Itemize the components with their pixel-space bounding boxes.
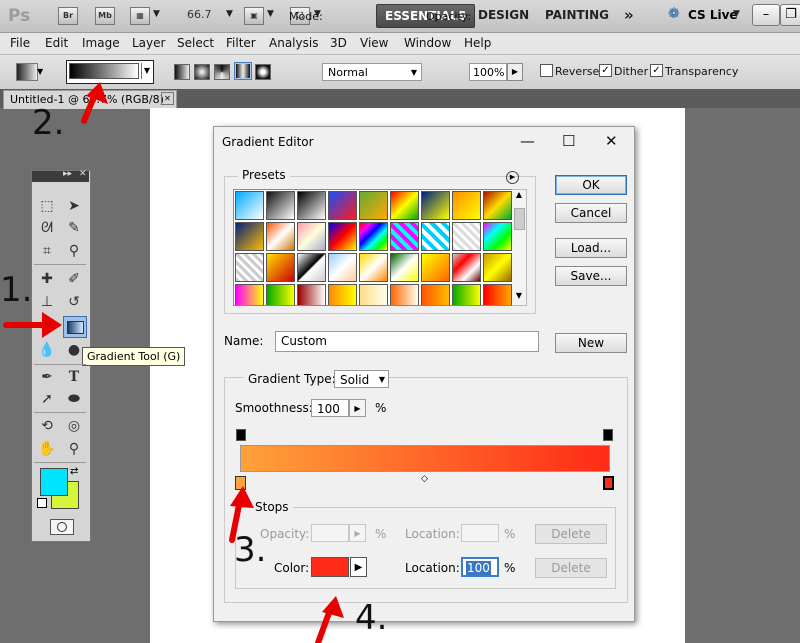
- arrow-4-shaft: [315, 607, 333, 643]
- annotation-4: 4.: [355, 598, 388, 638]
- arrow-1-head: [42, 312, 62, 338]
- annotation-2: 2.: [32, 103, 65, 143]
- arrow-3-head: [230, 486, 254, 508]
- annotation-arrows: [3, 82, 344, 643]
- annotation-3: 3.: [234, 530, 267, 570]
- annotation-1: 1.: [0, 270, 33, 310]
